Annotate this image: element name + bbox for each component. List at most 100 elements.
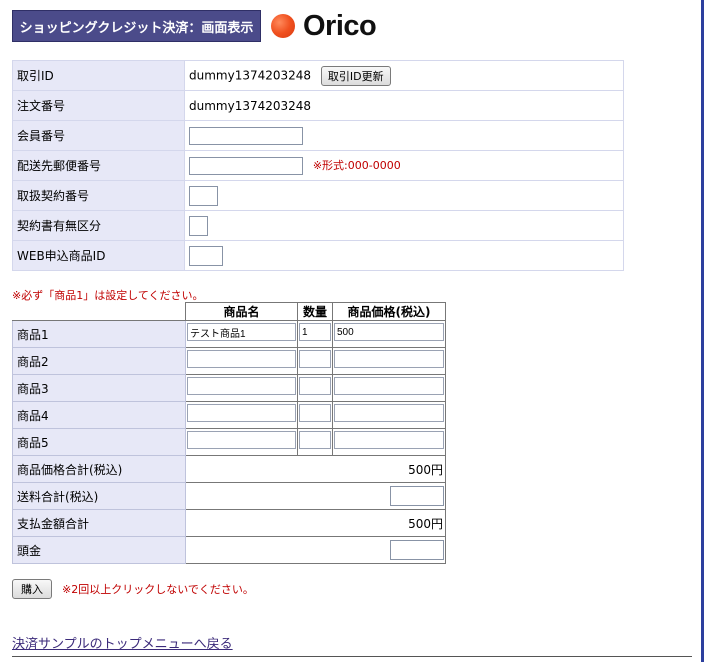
- table-row: 商品4: [12, 401, 446, 429]
- table-row: 支払金額合計 500円: [12, 509, 446, 537]
- goods-qty-cell: [297, 374, 333, 402]
- form-row: 取扱契約番号: [12, 180, 624, 211]
- postal-code-cell: ※形式:000-0000: [184, 150, 624, 181]
- page-title: ショッピングクレジット決済：画面表示: [12, 10, 261, 42]
- goods-name-cell: [185, 374, 298, 402]
- goods-qty-cell: [297, 428, 333, 456]
- form-row: 配送先郵便番号 ※形式:000-0000: [12, 150, 624, 181]
- shipping-input[interactable]: [390, 486, 444, 506]
- orico-circle-icon: [271, 14, 295, 38]
- goods-item-label: 商品1: [12, 320, 186, 348]
- shipping-cell: [185, 482, 446, 510]
- goods-price-cell: [332, 401, 446, 429]
- goods-header-price: 商品価格(税込): [332, 302, 446, 321]
- form-row: 注文番号 dummy1374203248: [12, 90, 624, 121]
- divider: [12, 656, 692, 657]
- table-row: 頭金: [12, 536, 446, 564]
- web-product-id-input[interactable]: [189, 245, 223, 266]
- postal-code-input[interactable]: [189, 156, 303, 175]
- goods-qty-input[interactable]: [299, 377, 331, 395]
- order-number-cell: dummy1374203248: [184, 90, 624, 121]
- goods-name-input[interactable]: [187, 350, 296, 368]
- contract-number-cell: [184, 180, 624, 211]
- orico-logo: Orico: [271, 9, 377, 43]
- goods-name-input[interactable]: [187, 431, 296, 449]
- form-row: WEB申込商品ID: [12, 240, 624, 271]
- goods-price-cell: [332, 320, 446, 348]
- goods-name-cell: [185, 401, 298, 429]
- contract-number-input[interactable]: [189, 185, 218, 206]
- table-row: 送料合計(税込): [12, 482, 446, 510]
- payment-total-value: 500円: [185, 509, 446, 537]
- goods-qty-input[interactable]: [299, 404, 331, 422]
- goods-qty-cell: [297, 347, 333, 375]
- goods-qty-input[interactable]: [299, 323, 331, 341]
- buy-area: 購入 ※2回以上クリックしないでください。: [12, 579, 254, 599]
- goods-qty-cell: [297, 320, 333, 348]
- postal-code-label: 配送先郵便番号: [12, 150, 185, 181]
- table-row: 商品2: [12, 347, 446, 375]
- member-number-label: 会員番号: [12, 120, 185, 151]
- order-number-label: 注文番号: [12, 90, 185, 121]
- form-row: 取引ID dummy1374203248 取引ID更新: [12, 60, 624, 91]
- goods-qty-cell: [297, 401, 333, 429]
- goods-item-label: 商品3: [12, 374, 186, 402]
- orico-logo-text: Orico: [303, 9, 377, 42]
- buy-note: ※2回以上クリックしないでください。: [62, 583, 254, 596]
- buy-button[interactable]: 購入: [12, 579, 52, 599]
- goods-price-input[interactable]: [334, 323, 444, 341]
- contract-document-input[interactable]: [189, 215, 208, 236]
- goods-name-input[interactable]: [187, 404, 296, 422]
- goods-name-cell: [185, 320, 298, 348]
- goods-header-row: 商品名 数量 商品価格(税込): [12, 302, 446, 321]
- goods-name-cell: [185, 347, 298, 375]
- member-number-input[interactable]: [189, 126, 303, 145]
- transaction-id-cell: dummy1374203248 取引ID更新: [184, 60, 624, 91]
- refresh-transaction-id-button[interactable]: 取引ID更新: [320, 65, 391, 86]
- goods-price-input[interactable]: [334, 377, 444, 395]
- goods-header-name: 商品名: [185, 302, 298, 321]
- table-row: 商品1: [12, 320, 446, 348]
- goods-name-cell: [185, 428, 298, 456]
- page-header: ショッピングクレジット決済：画面表示 Orico: [12, 9, 377, 43]
- goods-price-input[interactable]: [334, 350, 444, 368]
- subtotal-label: 商品価格合計(税込): [12, 455, 186, 483]
- form-row: 会員番号: [12, 120, 624, 151]
- back-to-menu-link[interactable]: 決済サンプルのトップメニューへ戻る: [12, 633, 233, 652]
- table-row: 商品価格合計(税込) 500円: [12, 455, 446, 483]
- transaction-form: 取引ID dummy1374203248 取引ID更新 注文番号 dummy13…: [12, 60, 624, 271]
- goods-item-label: 商品4: [12, 401, 186, 429]
- table-row: 商品5: [12, 428, 446, 456]
- goods-required-note: ※必ず「商品1」は設定してください。: [12, 289, 204, 302]
- form-row: 契約書有無区分: [12, 210, 624, 241]
- deposit-input[interactable]: [390, 540, 444, 560]
- transaction-id-label: 取引ID: [12, 60, 185, 91]
- goods-price-cell: [332, 428, 446, 456]
- order-number-value: dummy1374203248: [189, 98, 312, 113]
- goods-qty-input[interactable]: [299, 431, 331, 449]
- postal-code-format-note: ※形式:000-0000: [312, 159, 401, 172]
- contract-document-cell: [184, 210, 624, 241]
- deposit-cell: [185, 536, 446, 564]
- web-product-id-label: WEB申込商品ID: [12, 240, 185, 271]
- contract-document-label: 契約書有無区分: [12, 210, 185, 241]
- transaction-id-value: dummy1374203248: [189, 68, 312, 82]
- goods-price-cell: [332, 374, 446, 402]
- goods-table: 商品名 数量 商品価格(税込) 商品1 商品2 商品3 商品4 商品5 商品価格…: [12, 302, 446, 564]
- goods-qty-input[interactable]: [299, 350, 331, 368]
- subtotal-value: 500円: [185, 455, 446, 483]
- goods-item-label: 商品2: [12, 347, 186, 375]
- goods-price-cell: [332, 347, 446, 375]
- contract-number-label: 取扱契約番号: [12, 180, 185, 211]
- goods-header-blank: [12, 302, 186, 321]
- goods-price-input[interactable]: [334, 404, 444, 422]
- shipping-label: 送料合計(税込): [12, 482, 186, 510]
- member-number-cell: [184, 120, 624, 151]
- goods-name-input[interactable]: [187, 377, 296, 395]
- web-product-id-cell: [184, 240, 624, 271]
- deposit-label: 頭金: [12, 536, 186, 564]
- goods-price-input[interactable]: [334, 431, 444, 449]
- payment-total-label: 支払金額合計: [12, 509, 186, 537]
- table-row: 商品3: [12, 374, 446, 402]
- goods-name-input[interactable]: [187, 323, 296, 341]
